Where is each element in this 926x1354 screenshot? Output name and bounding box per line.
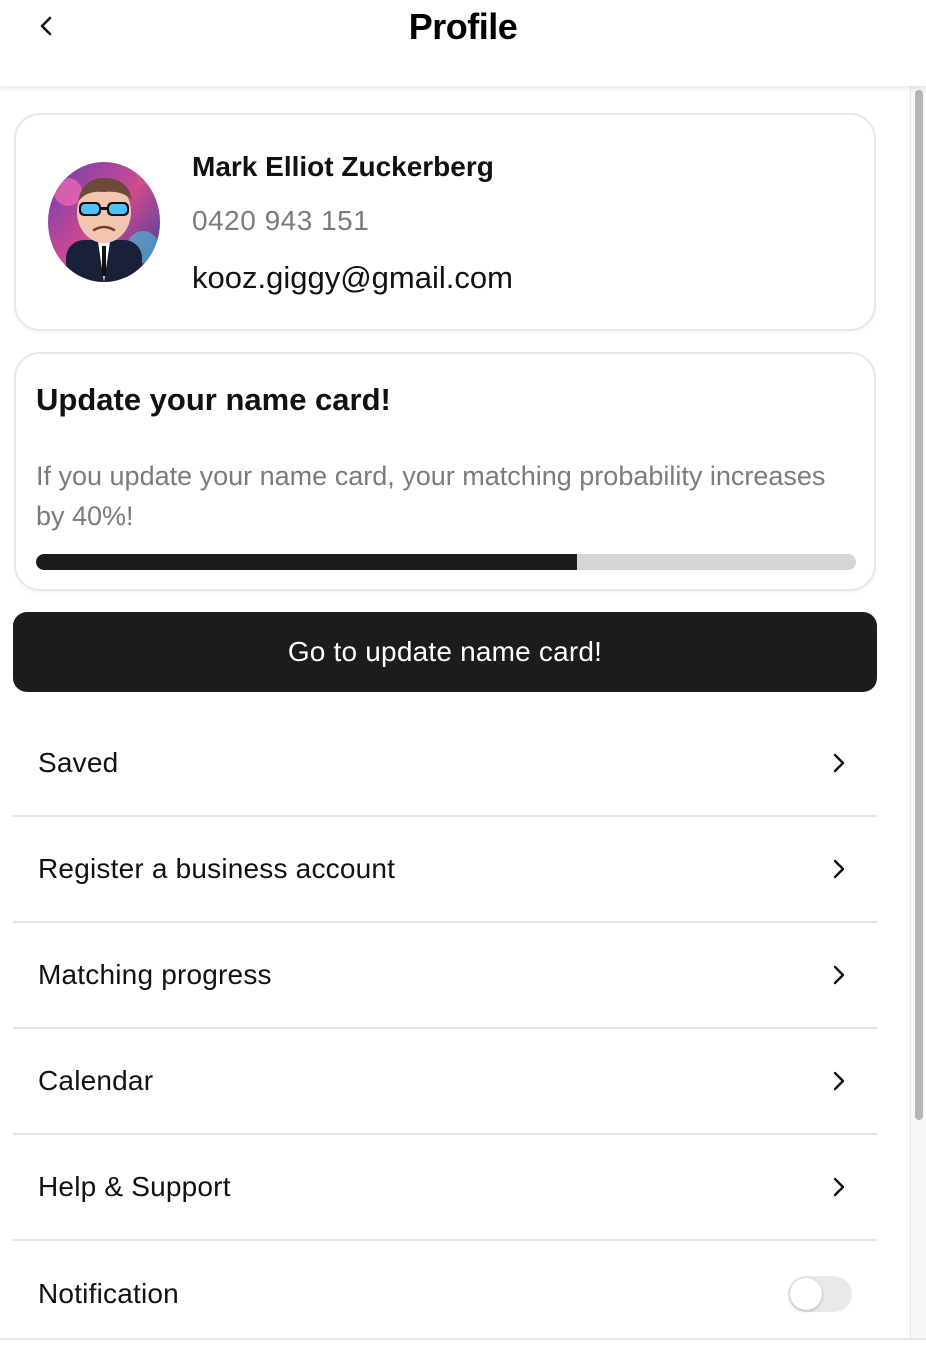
- menu-item-register-business-account[interactable]: Register a business account: [13, 817, 877, 923]
- menu-item-notification: Notification: [13, 1241, 877, 1347]
- update-card-description: If you update your name card, your match…: [36, 461, 826, 531]
- avatar: [48, 162, 160, 282]
- menu-item-label: Notification: [38, 1278, 179, 1309]
- chevron-right-icon: [827, 1069, 851, 1093]
- chevron-right-icon: [827, 751, 851, 775]
- menu-item-help-support[interactable]: Help & Support: [13, 1135, 877, 1241]
- progress-bar-fill: [36, 554, 578, 570]
- menu-item-matching-progress[interactable]: Matching progress: [13, 923, 877, 1029]
- profile-phone: 0420 943 151: [192, 205, 370, 236]
- avatar-image: [48, 162, 160, 282]
- menu-item-label: Calendar: [38, 1065, 154, 1096]
- profile-card: Mark Elliot Zuckerberg 0420 943 151 kooz…: [14, 113, 876, 331]
- menu-item-calendar[interactable]: Calendar: [13, 1029, 877, 1135]
- menu-item-label: Saved: [38, 747, 119, 778]
- profile-name: Mark Elliot Zuckerberg: [192, 151, 494, 182]
- page-title: Profile: [408, 6, 518, 47]
- divider: [0, 1338, 926, 1340]
- app-header: Profile: [0, 0, 926, 86]
- menu-item-label: Matching progress: [38, 959, 272, 990]
- notification-toggle[interactable]: [788, 1276, 852, 1312]
- update-name-card-button[interactable]: Go to update name card!: [13, 612, 877, 692]
- name-card-progress-bar: [36, 554, 856, 570]
- menu-item-label: Register a business account: [38, 853, 396, 884]
- update-name-card-panel: Update your name card! If you update you…: [14, 352, 876, 591]
- chevron-right-icon: [827, 857, 851, 881]
- scrollbar-thumb[interactable]: [915, 90, 923, 1120]
- update-card-title: Update your name card!: [36, 382, 391, 417]
- toggle-knob: [790, 1278, 822, 1310]
- menu-item-saved[interactable]: Saved: [13, 711, 877, 817]
- chevron-right-icon: [827, 1175, 851, 1199]
- chevron-right-icon: [827, 963, 851, 987]
- profile-email: kooz.giggy@gmail.com: [192, 260, 513, 295]
- menu-item-label: Help & Support: [38, 1171, 231, 1202]
